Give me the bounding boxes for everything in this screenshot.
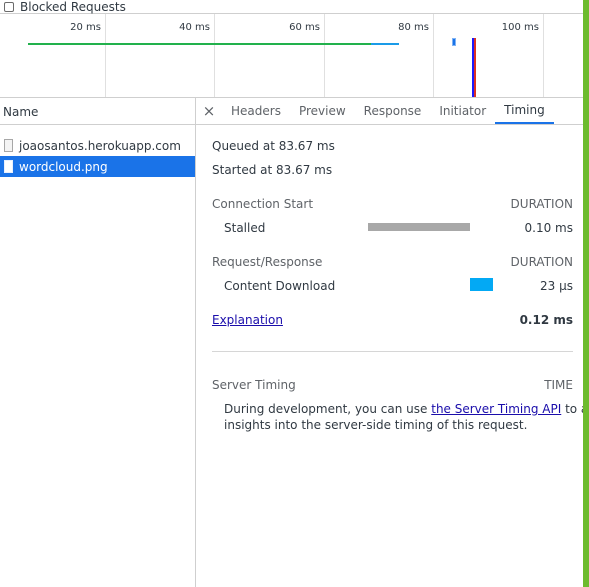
overview-tick-80: 80 ms <box>325 14 434 97</box>
content-download-label: Content Download <box>224 279 336 293</box>
blocked-requests-checkbox[interactable] <box>4 1 14 12</box>
connection-start-heading: Connection Start <box>212 197 314 211</box>
name-column-header[interactable]: Name <box>0 98 195 125</box>
window-edge <box>583 0 589 587</box>
overview-request-bar-blue <box>371 43 399 45</box>
server-timing-description: During development, you can use the Serv… <box>224 402 589 416</box>
request-name: joaosantos.herokuapp.com <box>19 138 181 153</box>
started-at-text: Started at 83.67 ms <box>212 163 333 177</box>
document-file-icon <box>4 139 13 152</box>
overview-load-line <box>474 38 476 97</box>
server-timing-api-link[interactable]: the Server Timing API <box>431 402 561 416</box>
overview-tick-20: 20 ms <box>0 14 106 97</box>
server-timing-heading: Server Timing <box>212 378 296 392</box>
tick-label: 80 ms <box>398 22 429 33</box>
detail-tabs: × Headers Preview Response Initiator Tim… <box>196 98 583 125</box>
explanation-link[interactable]: Explanation <box>212 313 283 327</box>
server-timing-text-line2: insights into the server-side timing of … <box>224 418 528 432</box>
tick-label: 100 ms <box>501 22 539 33</box>
time-heading: TIME <box>544 378 573 392</box>
stalled-value: 0.10 ms <box>524 221 573 235</box>
request-list: Name joaosantos.herokuapp.com wordcloud.… <box>0 98 196 587</box>
queued-at-text: Queued at 83.67 ms <box>212 139 335 153</box>
tab-preview[interactable]: Preview <box>290 98 355 124</box>
timing-divider <box>212 351 573 352</box>
tick-label: 60 ms <box>289 22 320 33</box>
request-row-document[interactable]: joaosantos.herokuapp.com <box>0 135 195 156</box>
blocked-requests-row: Blocked Requests <box>0 0 583 14</box>
stalled-bar <box>368 223 470 231</box>
tab-headers[interactable]: Headers <box>222 98 290 124</box>
close-icon[interactable]: × <box>196 98 222 124</box>
stalled-label: Stalled <box>224 221 266 235</box>
tick-label: 20 ms <box>70 22 101 33</box>
content-download-bar <box>470 278 493 291</box>
server-timing-text: During development, you can use <box>224 402 432 416</box>
tab-initiator[interactable]: Initiator <box>430 98 495 124</box>
tab-timing[interactable]: Timing <box>495 98 554 124</box>
overview-tick-60: 60 ms <box>215 14 325 97</box>
duration-heading: DURATION <box>510 255 573 269</box>
request-name: wordcloud.png <box>19 159 108 174</box>
overview-tick-40: 40 ms <box>106 14 215 97</box>
request-response-heading: Request/Response <box>212 255 323 269</box>
overview-selected-request-marker <box>452 38 456 46</box>
duration-heading: DURATION <box>510 197 573 211</box>
image-file-icon <box>4 160 13 173</box>
tab-response[interactable]: Response <box>355 98 431 124</box>
content-download-value: 23 µs <box>540 279 573 293</box>
tick-label: 40 ms <box>179 22 210 33</box>
request-detail-pane: × Headers Preview Response Initiator Tim… <box>196 98 589 587</box>
overview-request-bar-green <box>28 43 371 45</box>
overview-tick-100: 100 ms <box>434 14 544 97</box>
total-duration: 0.12 ms <box>519 313 573 327</box>
blocked-requests-label: Blocked Requests <box>20 0 126 14</box>
overview-timeline[interactable]: 20 ms 40 ms 60 ms 80 ms 100 ms <box>0 14 583 98</box>
request-row-wordcloud[interactable]: wordcloud.png <box>0 156 195 177</box>
